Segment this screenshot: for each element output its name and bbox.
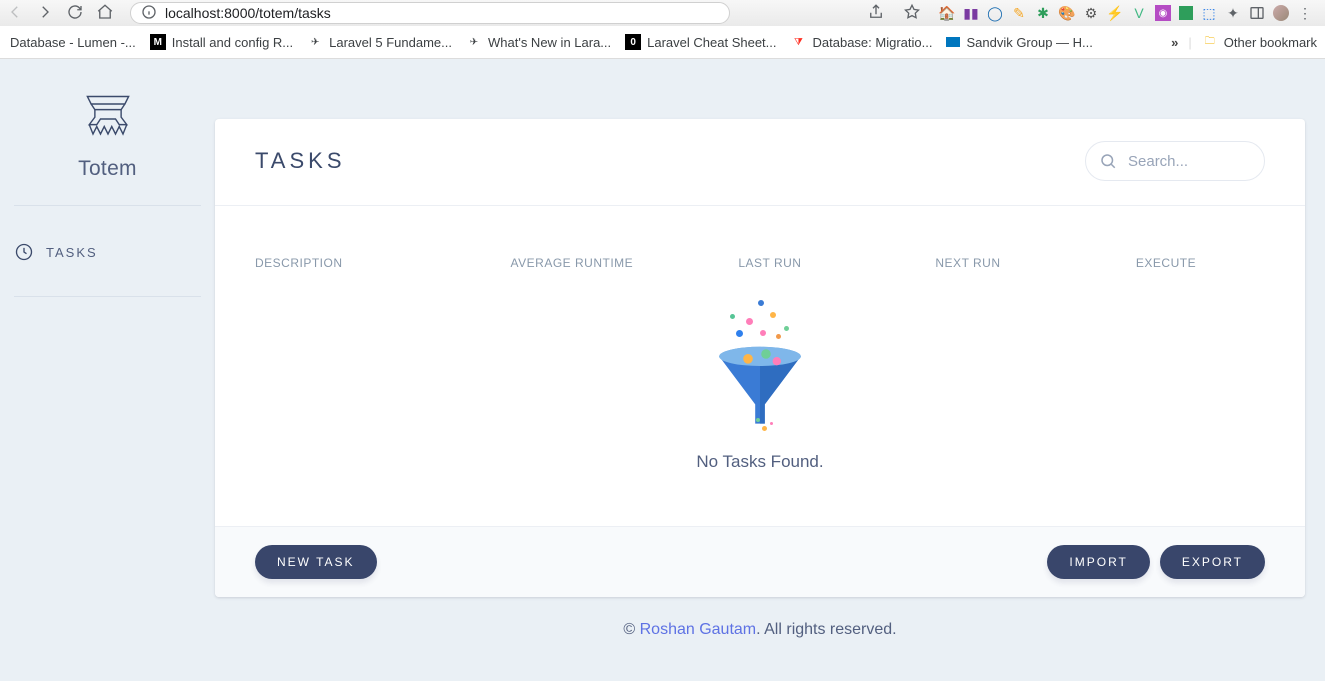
url-text: localhost:8000/totem/tasks [165, 5, 331, 21]
empty-message: No Tasks Found. [696, 452, 823, 472]
col-execute[interactable]: EXECUTE [1067, 256, 1265, 270]
sidebar-item-label: TASKS [46, 245, 98, 260]
bookmark-label: What's New in Lara... [488, 35, 611, 50]
footer-prefix: © [623, 621, 639, 638]
export-button[interactable]: EXPORT [1160, 545, 1265, 579]
bookmark-label: Install and config R... [172, 35, 293, 50]
bookmark-label: Laravel Cheat Sheet... [647, 35, 776, 50]
favicon-icon [946, 37, 960, 47]
ext-icon[interactable]: ▮▮ [963, 5, 979, 21]
favicon-icon: ✈ [466, 34, 482, 50]
ext-icon[interactable]: ⚙ [1083, 5, 1099, 21]
bookmark-item[interactable]: 0 Laravel Cheat Sheet... [623, 31, 778, 53]
col-avg-runtime[interactable]: AVERAGE RUNTIME [473, 256, 671, 270]
ext-icon[interactable]: ✱ [1035, 5, 1051, 21]
search-icon [1099, 152, 1117, 170]
bookmark-item[interactable]: ✈ Laravel 5 Fundame... [305, 31, 454, 53]
bookmark-item[interactable]: M Install and config R... [148, 31, 295, 53]
favicon-icon: ⧩ [791, 34, 807, 50]
sidebar: Totem TASKS [0, 59, 215, 681]
funnel-icon [700, 318, 820, 438]
profile-avatar[interactable] [1273, 5, 1289, 21]
footer-suffix: . All rights reserved. [756, 621, 897, 638]
divider [14, 296, 201, 297]
bookmark-item[interactable]: Database - Lumen -... [8, 32, 138, 53]
col-description[interactable]: DESCRIPTION [255, 256, 473, 270]
bookmark-item[interactable]: Sandvik Group — H... [944, 32, 1094, 53]
page-footer: © Roshan Gautam. All rights reserved. [215, 597, 1305, 669]
favicon-icon: M [150, 34, 166, 50]
bookmark-label: Sandvik Group — H... [966, 35, 1092, 50]
totem-logo-icon [78, 89, 138, 149]
table-header: DESCRIPTION AVERAGE RUNTIME LAST RUN NEX… [215, 206, 1305, 270]
nav-back-icon[interactable] [6, 3, 24, 24]
side-panel-icon[interactable] [1249, 5, 1265, 21]
app-root: Totem TASKS TASKS [0, 59, 1325, 681]
favicon-icon: 0 [625, 34, 641, 50]
card-header: TASKS [215, 119, 1305, 206]
import-button[interactable]: IMPORT [1047, 545, 1149, 579]
ext-icon[interactable]: ✎ [1011, 5, 1027, 21]
extension-icons: 🏠 ▮▮ ◯ ✎ ✱ 🎨 ⚙ ⚡ V ◉ ⬚ ✦ ⋮ [939, 5, 1313, 21]
omnibox[interactable]: localhost:8000/totem/tasks [130, 2, 730, 24]
other-bookmarks-button[interactable]: 🗀 Other bookmark [1202, 34, 1317, 50]
col-next-run[interactable]: NEXT RUN [869, 256, 1067, 270]
share-icon[interactable] [867, 3, 885, 24]
nav-home-icon[interactable] [96, 3, 114, 24]
clock-icon [14, 242, 34, 262]
other-bookmarks-label: Other bookmark [1224, 35, 1317, 50]
ext-icon[interactable] [1179, 6, 1193, 20]
bookmark-item[interactable]: ✈ What's New in Lara... [464, 31, 613, 53]
divider [14, 205, 201, 206]
card-footer: NEW TASK IMPORT EXPORT [215, 526, 1305, 597]
browser-chrome: localhost:8000/totem/tasks 🏠 ▮▮ ◯ ✎ ✱ 🎨 … [0, 0, 1325, 59]
ext-icon[interactable]: 🎨 [1059, 5, 1075, 21]
ext-icon[interactable]: V [1131, 5, 1147, 21]
search-wrap [1085, 141, 1265, 181]
ext-icon[interactable]: ◉ [1155, 5, 1171, 21]
bookmark-label: Database - Lumen -... [10, 35, 136, 50]
bookmarks-overflow-icon[interactable]: » [1171, 35, 1178, 50]
card-body: DESCRIPTION AVERAGE RUNTIME LAST RUN NEX… [215, 206, 1305, 526]
brand-title: Totem [78, 157, 137, 181]
brand-logo[interactable]: Totem [10, 89, 205, 181]
kebab-menu-icon[interactable]: ⋮ [1297, 5, 1313, 21]
footer-author-link[interactable]: Roshan Gautam [640, 621, 757, 638]
nav-forward-icon[interactable] [36, 3, 54, 24]
funnel-illustration [700, 300, 820, 430]
empty-state: No Tasks Found. [215, 300, 1305, 472]
bookmark-label: Database: Migratio... [813, 35, 933, 50]
ext-icon[interactable]: ⚡ [1107, 5, 1123, 21]
bookmark-star-icon[interactable] [903, 3, 921, 24]
bookmarks-bar: Database - Lumen -... M Install and conf… [0, 26, 1325, 58]
sidebar-item-tasks[interactable]: TASKS [10, 236, 205, 268]
site-info-icon[interactable] [141, 4, 157, 23]
new-task-button[interactable]: NEW TASK [255, 545, 377, 579]
tasks-card: TASKS DESCRIPTION AVERAGE RUNTIME LAST R… [215, 119, 1305, 597]
browser-toolbar: localhost:8000/totem/tasks 🏠 ▮▮ ◯ ✎ ✱ 🎨 … [0, 0, 1325, 26]
folder-icon: 🗀 [1202, 34, 1218, 50]
page-title: TASKS [255, 148, 346, 174]
ext-icon[interactable]: 🏠 [939, 5, 955, 21]
bookmark-item[interactable]: ⧩ Database: Migratio... [789, 31, 935, 53]
main-content: TASKS DESCRIPTION AVERAGE RUNTIME LAST R… [215, 59, 1305, 681]
bookmark-label: Laravel 5 Fundame... [329, 35, 452, 50]
nav-reload-icon[interactable] [66, 3, 84, 24]
col-last-run[interactable]: LAST RUN [671, 256, 869, 270]
favicon-icon: ✈ [307, 34, 323, 50]
ext-icon[interactable]: ⬚ [1201, 5, 1217, 21]
extensions-menu-icon[interactable]: ✦ [1225, 5, 1241, 21]
ext-icon[interactable]: ◯ [987, 5, 1003, 21]
